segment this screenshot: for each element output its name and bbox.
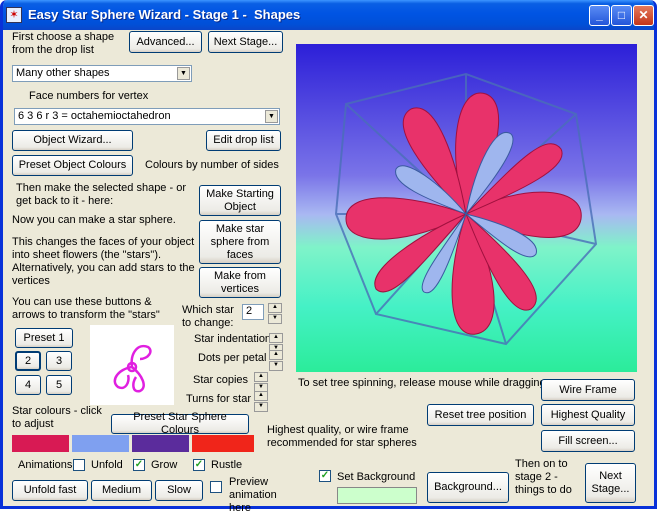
which-star-label: Which star to change:	[182, 304, 234, 329]
window-title: Easy Star Sphere Wizard - Stage 1 - Shap…	[28, 7, 301, 22]
background-button[interactable]: Background...	[427, 472, 509, 503]
up-arrow-icon[interactable]: ▲	[269, 350, 283, 360]
animations-label: Animations	[18, 459, 73, 471]
preview-label: Preview animation here	[229, 476, 277, 514]
this-changes-label: This changes the faces of your object in…	[12, 236, 195, 287]
preset5-button[interactable]: 5	[46, 375, 72, 395]
preset3-button[interactable]: 3	[46, 351, 72, 371]
set-background-label: Set Background	[337, 471, 416, 483]
which-star-spinner[interactable]: ▲ ▼	[268, 303, 282, 324]
set-background-checkbox[interactable]: ✓	[319, 470, 331, 482]
up-arrow-icon[interactable]: ▲	[254, 391, 268, 401]
star-sphere-render[interactable]	[296, 44, 637, 372]
colours-by-sides-label: Colours by number of sides	[145, 159, 279, 171]
minimize-button[interactable]: _	[589, 5, 610, 26]
render-view[interactable]	[296, 44, 637, 372]
dots-per-petal-label: Dots per petal	[198, 352, 267, 364]
wire-frame-button[interactable]: Wire Frame	[541, 379, 635, 401]
app-icon: ✶	[6, 7, 22, 23]
grow-checkbox[interactable]: ✓	[133, 459, 145, 471]
background-colour-swatch[interactable]	[337, 487, 417, 504]
make-from-vertices-button[interactable]: Make from vertices	[199, 267, 281, 298]
slow-button[interactable]: Slow	[155, 480, 203, 501]
shape-select-value: Many other shapes	[16, 67, 110, 79]
star-copies-label: Star copies	[193, 374, 249, 386]
up-arrow-icon[interactable]: ▲	[269, 333, 283, 343]
make-starting-object-button[interactable]: Make Starting Object	[199, 185, 281, 216]
reset-tree-position-button[interactable]: Reset tree position	[427, 404, 534, 426]
unfold-fast-button[interactable]: Unfold fast	[12, 480, 88, 501]
then-on-label: Then on to stage 2 - things to do	[515, 458, 572, 496]
then-make-label: Then make the selected shape - or get ba…	[16, 182, 186, 207]
star-colours-label: Star colours - click to adjust	[12, 405, 102, 430]
unfold-checkbox[interactable]	[73, 459, 85, 471]
star-copies-spinner[interactable]: ▲ ▼	[254, 372, 268, 393]
down-arrow-icon[interactable]: ▼	[269, 361, 283, 371]
preset4-button[interactable]: 4	[15, 375, 41, 395]
star-preview	[90, 325, 174, 405]
turns-for-star-label: Turns for star	[186, 393, 251, 405]
object-wizard-button[interactable]: Object Wizard...	[12, 130, 133, 151]
star-indentation-spinner[interactable]: ▲ ▼	[269, 333, 283, 354]
you-can-use-label: You can use these buttons & arrows to tr…	[12, 296, 160, 321]
rustle-label: Rustle	[211, 459, 243, 471]
star-indentation-label: Star indentation	[194, 333, 272, 345]
fill-screen-button[interactable]: Fill screen...	[541, 430, 635, 452]
shape-select[interactable]: Many other shapes ▼	[12, 65, 192, 82]
face-numbers-label: Face numbers for vertex	[29, 90, 149, 102]
vertex-select-value: 6 3 6 r 3 = octahemioctahedron	[18, 110, 171, 122]
which-star-input[interactable]: 2	[242, 304, 264, 320]
now-you-can-label: Now you can make a star sphere.	[12, 214, 176, 226]
make-star-sphere-button[interactable]: Make star sphere from faces	[199, 220, 281, 264]
star-petals	[345, 92, 582, 335]
preset2-button[interactable]: 2	[15, 351, 41, 371]
star-colour-swatch-1[interactable]	[12, 435, 69, 452]
down-arrow-icon[interactable]: ▼	[268, 314, 282, 324]
preset1-button[interactable]: Preset 1	[15, 328, 73, 348]
grow-label: Grow	[151, 459, 178, 471]
preset-object-colours-button[interactable]: Preset Object Colours	[12, 155, 133, 176]
preview-checkbox[interactable]	[210, 481, 222, 493]
up-arrow-icon[interactable]: ▲	[268, 303, 282, 313]
preset-star-sphere-colours-button[interactable]: Preset Star Sphere Colours	[111, 411, 249, 436]
chevron-down-icon[interactable]: ▼	[177, 67, 190, 80]
highest-quality-note: Highest quality, or wire frame recommend…	[267, 424, 417, 449]
next-stage-bottom-button[interactable]: Next Stage...	[585, 463, 636, 503]
chevron-down-icon[interactable]: ▼	[265, 110, 278, 123]
title-bar[interactable]: ✶ Easy Star Sphere Wizard - Stage 1 - Sh…	[3, 0, 654, 30]
dots-per-petal-spinner[interactable]: ▲ ▼	[269, 350, 283, 371]
tree-spinning-label: To set tree spinning, release mouse whil…	[298, 377, 546, 389]
turns-for-star-spinner[interactable]: ▲ ▼	[254, 391, 268, 412]
advanced-button[interactable]: Advanced...	[129, 31, 202, 53]
up-arrow-icon[interactable]: ▲	[254, 372, 268, 382]
star-colour-swatch-2[interactable]	[72, 435, 129, 452]
down-arrow-icon[interactable]: ▼	[254, 402, 268, 412]
star-colour-swatch-4[interactable]	[192, 435, 254, 452]
rustle-checkbox[interactable]: ✓	[193, 459, 205, 471]
star-colour-swatch-3[interactable]	[132, 435, 189, 452]
edit-drop-list-button[interactable]: Edit drop list	[206, 130, 281, 151]
highest-quality-button[interactable]: Highest Quality	[541, 404, 635, 426]
medium-button[interactable]: Medium	[91, 480, 152, 501]
unfold-label: Unfold	[91, 459, 123, 471]
vertex-select[interactable]: 6 3 6 r 3 = octahemioctahedron ▼	[14, 108, 280, 125]
next-stage-top-button[interactable]: Next Stage...	[208, 31, 283, 53]
close-button[interactable]: ✕	[633, 5, 654, 26]
choose-shape-label: First choose a shape from the drop list	[12, 31, 115, 56]
maximize-button[interactable]: □	[611, 5, 632, 26]
